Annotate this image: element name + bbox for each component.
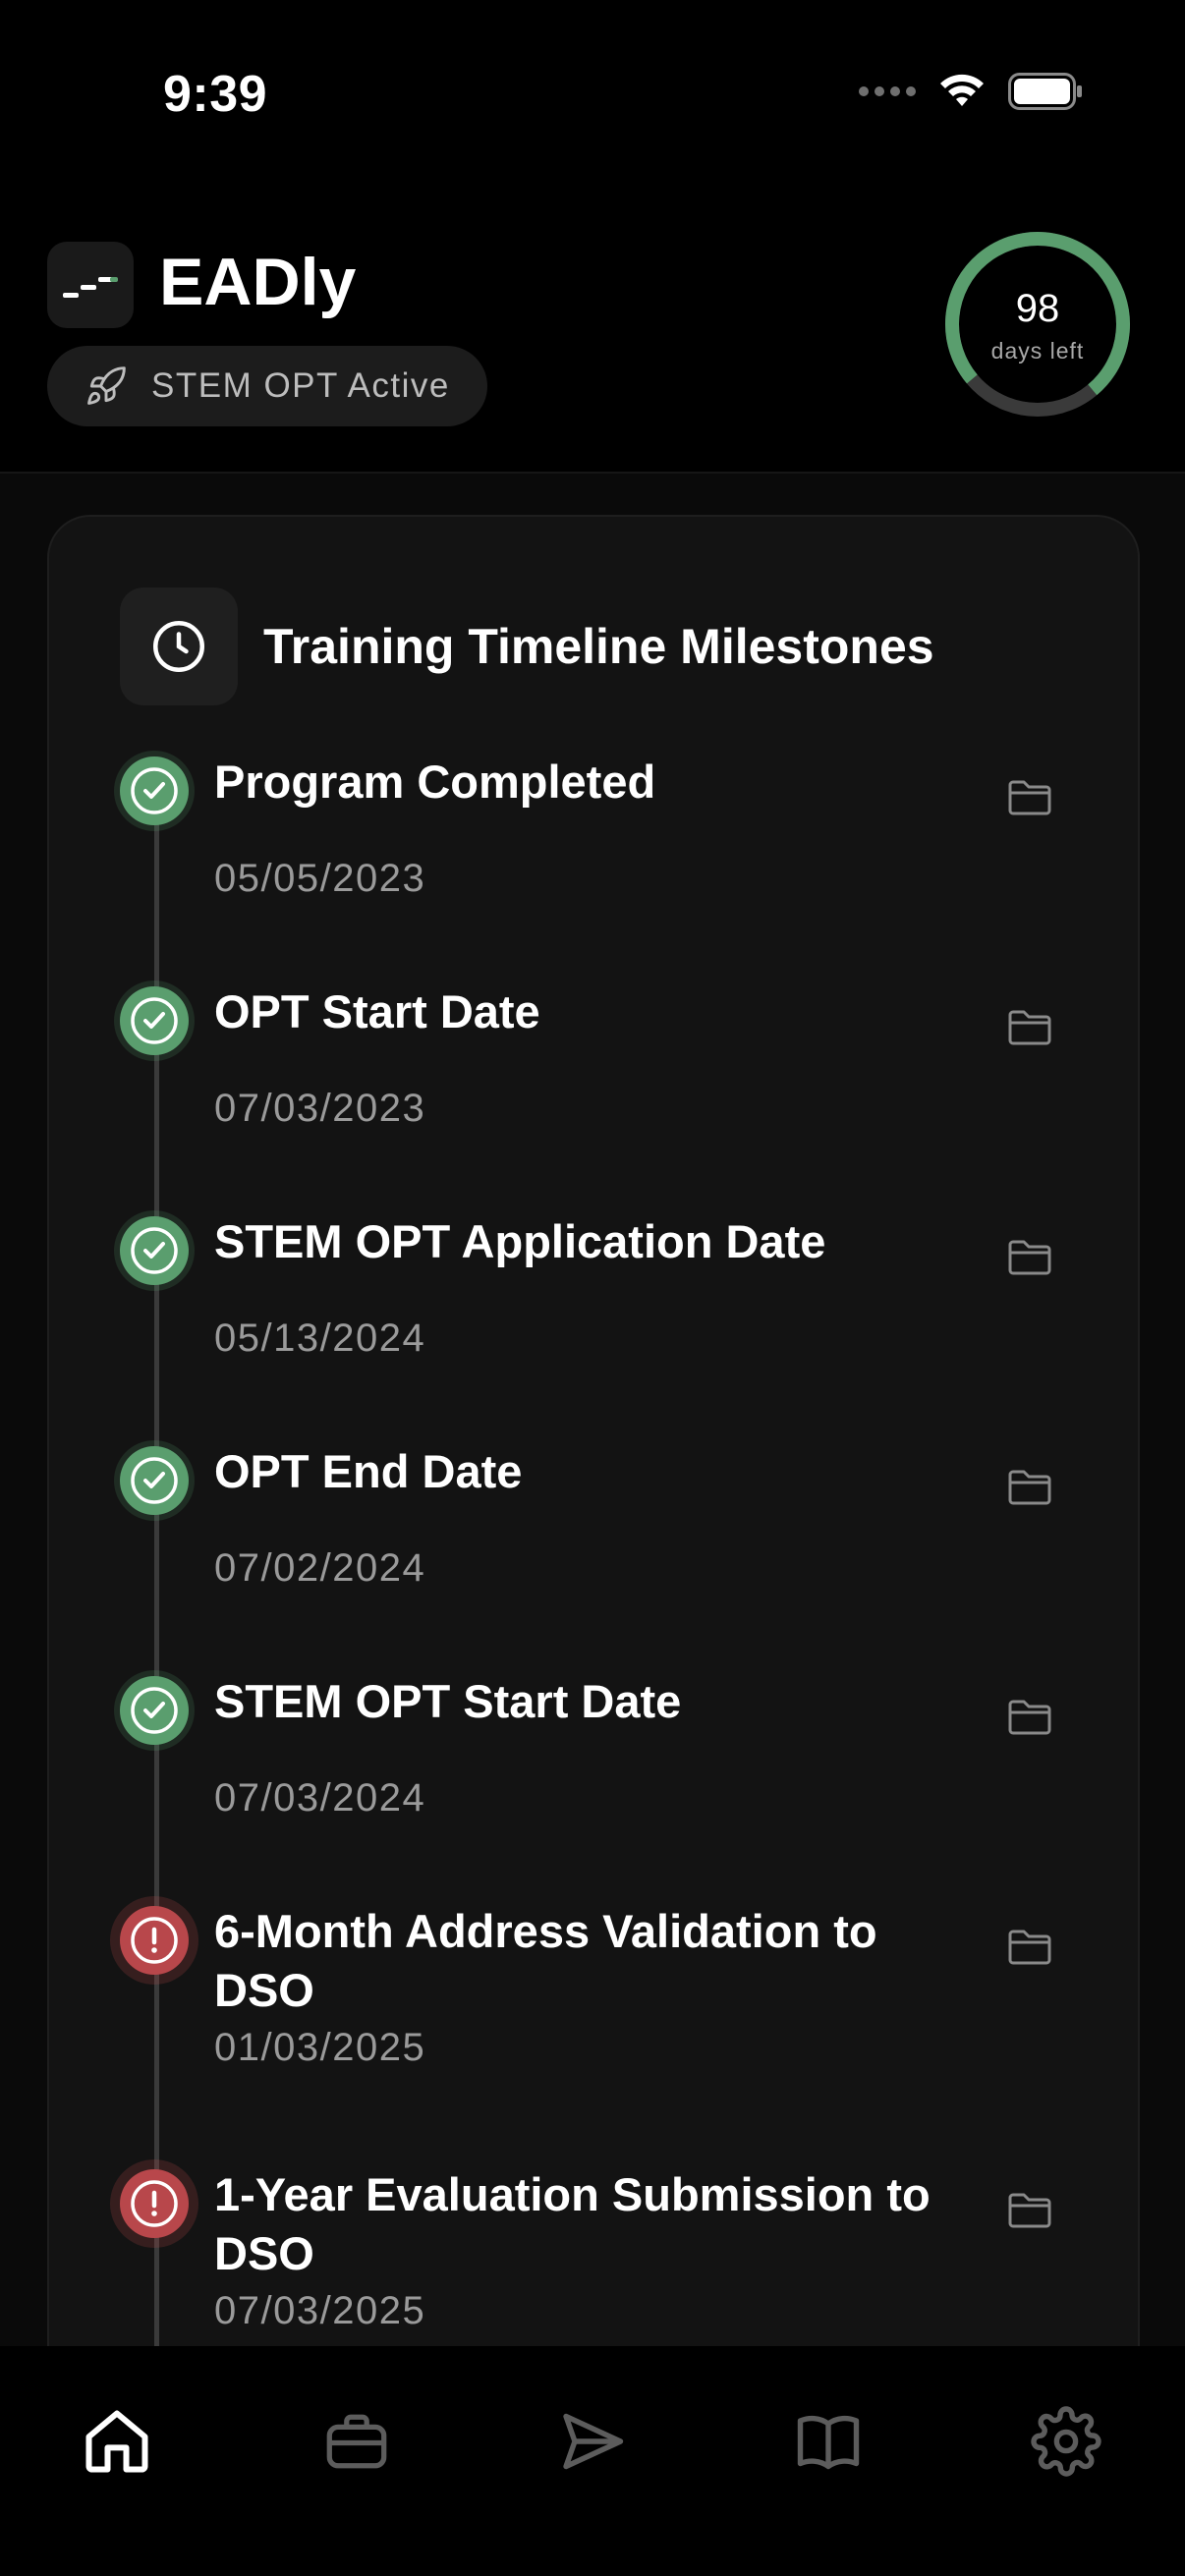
completed-check-icon: [120, 756, 189, 825]
send-icon: [563, 2413, 624, 2470]
card-title: Training Timeline Milestones: [263, 619, 934, 674]
milestone-title: 6-Month Address Validation to DSO: [214, 1905, 877, 2016]
milestone-date: 07/03/2025: [214, 2289, 426, 2332]
completed-check-icon: [120, 1446, 189, 1515]
battery-icon: [1008, 73, 1082, 110]
milestone-title: Program Completed: [214, 756, 656, 808]
milestone-title: STEM OPT Application Date: [214, 1215, 826, 1267]
card-header: Training Timeline Milestones: [120, 588, 934, 705]
home-icon: [85, 2410, 148, 2473]
folder-icon[interactable]: [1002, 1460, 1057, 1515]
clock-icon-container: [120, 588, 238, 705]
milestone-date: 07/03/2023: [214, 1087, 426, 1130]
folder-icon[interactable]: [1002, 1690, 1057, 1745]
tab-jobs[interactable]: [312, 2397, 401, 2486]
days-left-number: 98: [1015, 286, 1060, 330]
app-header: EADly STEM OPT Active 98 days left: [0, 187, 1185, 474]
milestone-date: 01/03/2025: [214, 2026, 426, 2069]
folder-icon[interactable]: [1002, 1920, 1057, 1975]
milestone-title: 1-Year Evaluation Submission to DSO: [214, 2168, 931, 2279]
wifi-icon: [940, 74, 984, 106]
book-icon: [797, 2415, 860, 2470]
status-time: 9:39: [163, 66, 268, 123]
folder-icon[interactable]: [1002, 1230, 1057, 1285]
app-logo: [47, 242, 134, 328]
tab-resources[interactable]: [784, 2397, 873, 2486]
milestone-date: 07/03/2024: [214, 1776, 426, 1820]
milestone-title: STEM OPT Start Date: [214, 1675, 682, 1727]
status-badge[interactable]: STEM OPT Active: [47, 346, 487, 426]
clock-icon: [153, 621, 204, 672]
folder-icon[interactable]: [1002, 2183, 1057, 2238]
tab-settings[interactable]: [1022, 2397, 1110, 2486]
timeline-card: Training Timeline Milestones Program Com…: [47, 515, 1140, 2435]
gear-icon: [1031, 2406, 1101, 2477]
milestone-date: 05/05/2023: [214, 857, 426, 900]
folder-icon[interactable]: [1002, 1000, 1057, 1055]
status-bar: 9:39: [0, 0, 1185, 187]
completed-check-icon: [120, 986, 189, 1055]
tab-home[interactable]: [73, 2397, 161, 2486]
completed-check-icon: [120, 1216, 189, 1285]
status-indicators: [859, 73, 1083, 110]
completed-check-icon: [120, 1676, 189, 1745]
alert-icon: [120, 1906, 189, 1975]
logo-mark-icon: [63, 277, 118, 298]
rocket-icon: [87, 366, 126, 405]
cellular-signal-icon: [859, 86, 916, 96]
tab-send[interactable]: [548, 2397, 637, 2486]
milestone-date: 05/13/2024: [214, 1316, 426, 1360]
alert-icon: [120, 2169, 189, 2238]
briefcase-icon: [326, 2414, 387, 2469]
tab-bar: [0, 2346, 1185, 2576]
days-left-caption: days left: [990, 337, 1085, 364]
days-left-ring: 98 days left: [939, 226, 1136, 422]
app-name: EADly: [159, 245, 357, 319]
milestone-title: OPT Start Date: [214, 985, 540, 1037]
folder-icon[interactable]: [1002, 770, 1057, 825]
milestone-title: OPT End Date: [214, 1445, 523, 1497]
milestone-date: 07/02/2024: [214, 1546, 426, 1590]
status-badge-label: STEM OPT Active: [151, 366, 450, 405]
